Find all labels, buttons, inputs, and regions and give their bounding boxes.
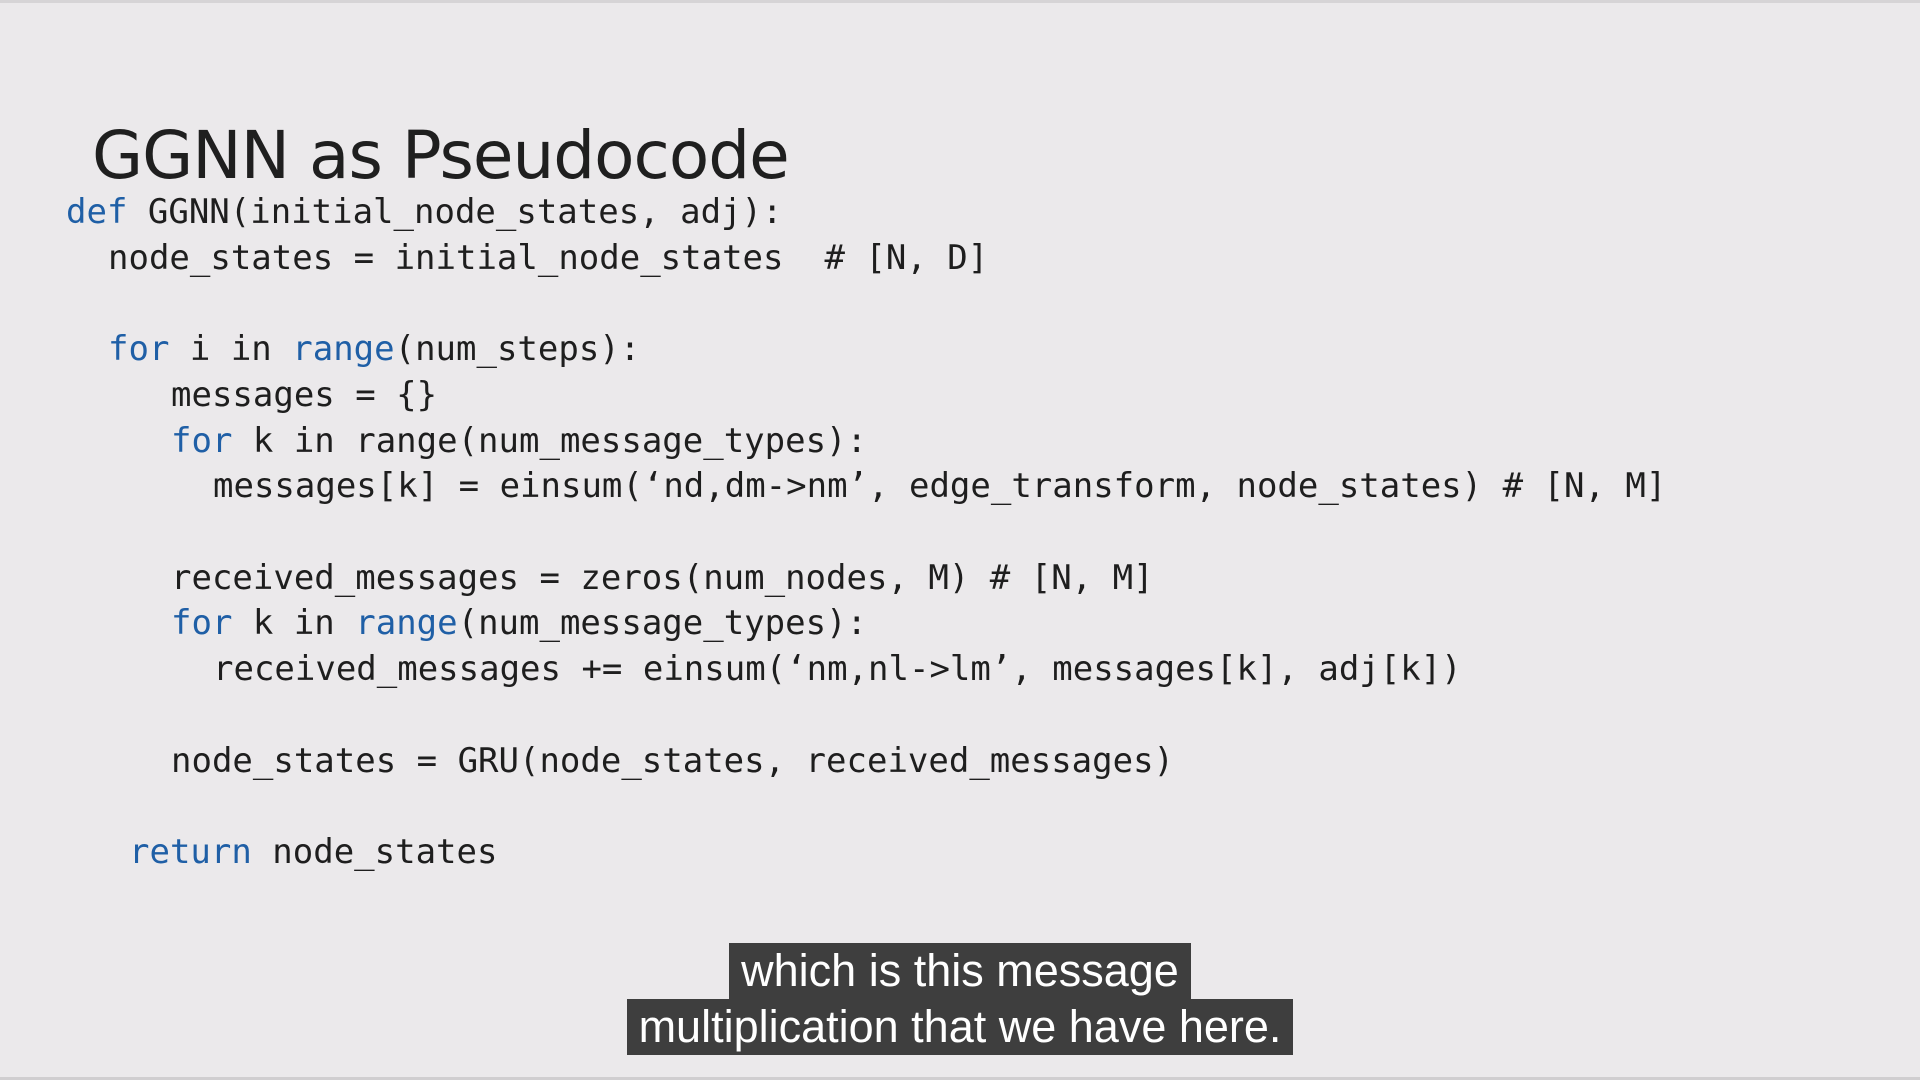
code-keyword: range xyxy=(292,329,395,369)
code-text: k in xyxy=(232,603,356,643)
code-line-5: messages = {} xyxy=(171,372,437,418)
code-text: GGNN(initial_node_states, adj): xyxy=(127,192,783,232)
code-line-2: node_states = initial_node_states # [N, … xyxy=(108,235,988,281)
caption-line-2: multiplication that we have here. xyxy=(626,999,1294,1055)
code-keyword: for xyxy=(171,421,233,461)
code-text: messages = {} xyxy=(171,375,438,415)
code-text: node_states = GRU(node_states, received_… xyxy=(171,741,1175,781)
code-text: i in xyxy=(169,329,293,369)
slide-title: GGNN as Pseudocode xyxy=(92,117,790,195)
code-text: received_messages = zeros(num_nodes, M) … xyxy=(171,558,1154,598)
top-edge xyxy=(0,0,1920,3)
code-line-7: messages[k] = einsum(‘nd,dm->nm’, edge_t… xyxy=(213,463,1666,509)
code-text: node_states xyxy=(251,832,498,872)
subtitle-captions: which is this message multiplication tha… xyxy=(0,943,1920,1055)
code-line-4: for i in range(num_steps): xyxy=(108,326,640,372)
code-keyword: for xyxy=(108,329,170,369)
code-text: node_states = initial_node_states # [N, … xyxy=(108,238,989,278)
code-line-11: received_messages += einsum(‘nm,nl->lm’,… xyxy=(213,646,1462,692)
code-keyword: for xyxy=(171,603,233,643)
code-text: (num_message_types): xyxy=(457,603,868,643)
code-text: received_messages += einsum(‘nm,nl->lm’,… xyxy=(213,649,1462,689)
code-text: messages[k] = einsum(‘nd,dm->nm’, edge_t… xyxy=(213,466,1667,506)
code-keyword: def xyxy=(66,192,128,232)
code-keyword: return xyxy=(129,832,252,872)
code-line-13: node_states = GRU(node_states, received_… xyxy=(171,738,1174,784)
code-keyword: range xyxy=(355,603,458,643)
code-line-10: for k in range(num_message_types): xyxy=(171,600,867,646)
code-line-1: def GGNN(initial_node_states, adj): xyxy=(66,189,782,235)
code-line-6: for k in range(num_message_types): xyxy=(171,418,867,464)
code-text: k in range(num_message_types): xyxy=(232,421,867,461)
code-text: (num_steps): xyxy=(394,329,641,369)
code-line-9: received_messages = zeros(num_nodes, M) … xyxy=(171,555,1154,601)
caption-line-1: which is this message xyxy=(729,943,1191,999)
code-line-15: return node_states xyxy=(129,829,497,875)
